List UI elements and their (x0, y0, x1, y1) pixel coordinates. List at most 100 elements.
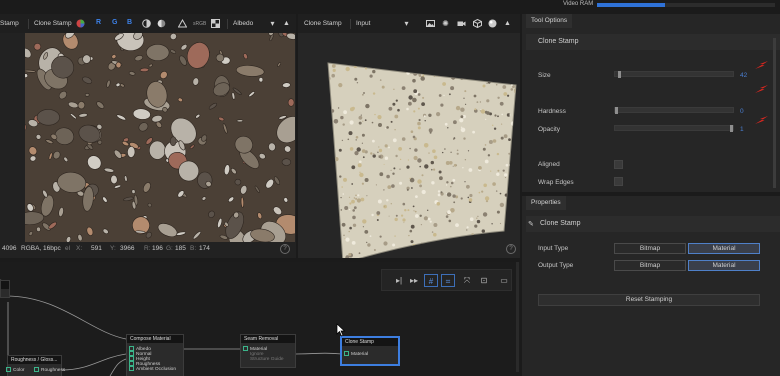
gravel-speck (505, 255, 507, 258)
srgb-toggle[interactable]: sRGB (193, 21, 206, 27)
gravel-speck (406, 165, 410, 169)
fit-icon[interactable]: ⤧ (460, 274, 474, 287)
gravel-speck (410, 240, 414, 244)
tab-properties[interactable]: Properties (526, 196, 566, 210)
step-icon[interactable]: ▸▸ (407, 274, 421, 287)
color-wheel-icon[interactable] (76, 19, 85, 28)
grid-icon[interactable]: # (424, 274, 438, 287)
input-type-material-button[interactable]: Material (688, 243, 760, 254)
collapse-icon[interactable]: ▲ (503, 19, 512, 28)
gravel-speck (460, 107, 465, 112)
sphere-icon[interactable] (488, 19, 497, 28)
gravel-speck (460, 76, 464, 80)
material-port[interactable]: Material (344, 351, 368, 357)
gravel-speck (446, 181, 449, 184)
texture-canvas[interactable] (25, 33, 295, 242)
pixel-info-bar: 4096 RGBA, 16bpc el X: 591 Y: 3966 R: 19… (0, 242, 296, 256)
gravel-speck (326, 255, 327, 256)
panel-icon[interactable]: ▭ (497, 274, 511, 287)
gravel-speck (466, 184, 470, 189)
viewport-3d[interactable] (298, 33, 520, 264)
channel-b-toggle[interactable]: B (127, 19, 132, 26)
gravel-stone (82, 76, 93, 84)
input-type-bitmap-button[interactable]: Bitmap (614, 243, 686, 254)
gravel-speck (376, 219, 379, 221)
aligned-label: Aligned (538, 161, 560, 168)
gravel-speck (410, 130, 414, 133)
gravel-stone (25, 73, 29, 78)
camera-icon[interactable] (457, 19, 466, 28)
gravel-speck (418, 118, 421, 122)
opacity-slider[interactable] (614, 125, 734, 132)
roughness-port[interactable]: Roughness (34, 367, 65, 373)
reset-stamping-button[interactable]: Reset Stamping (538, 294, 760, 306)
slider-handle[interactable] (618, 71, 622, 78)
size-slider[interactable] (614, 71, 734, 78)
view-3d-panel: Clone Stamp Input ▾ ✺ ▲ ? (298, 14, 520, 264)
gravel-speck (413, 89, 418, 94)
roughness-gloss-node[interactable]: Roughness / Gloss... Color Roughness (6, 355, 65, 376)
output-type-material-button[interactable]: Material (688, 260, 760, 271)
checker-icon[interactable] (211, 19, 220, 28)
seam-removal-node[interactable]: Seam Removal Material Ignore Structure G… (240, 334, 296, 368)
grid-snap-icon[interactable]: ⌗ (441, 274, 455, 287)
graph-node[interactable] (0, 280, 10, 298)
gravel-speck (417, 107, 420, 110)
view-mode-select[interactable]: Input (356, 20, 370, 27)
structure-guide-port[interactable]: Structure Guide (243, 356, 284, 362)
gravel-speck (513, 237, 516, 242)
play-icon[interactable]: ▸| (392, 274, 406, 287)
channel-select[interactable]: Albedo (233, 20, 253, 27)
collapse-icon[interactable]: ▲ (282, 19, 291, 28)
hardness-value[interactable]: 0 (740, 108, 744, 115)
cube-icon[interactable] (473, 18, 482, 29)
output-type-bitmap-button[interactable]: Bitmap (614, 260, 686, 271)
gravel-speck (329, 214, 331, 216)
format-value: RGBA, 16bpc (21, 245, 61, 252)
ambient-occlusion-port[interactable]: Ambient Occlusion (129, 366, 176, 372)
gravel-stone (115, 82, 121, 87)
textured-plane[interactable] (298, 33, 520, 264)
slider-handle[interactable] (730, 125, 733, 132)
frame-icon[interactable]: ⊡ (477, 274, 491, 287)
channel-g-toggle[interactable]: G (112, 19, 117, 26)
opacity-value[interactable]: 1 (740, 126, 744, 133)
size-value[interactable]: 42 (740, 72, 747, 79)
albedo-texture[interactable] (25, 33, 295, 242)
hardness-slider[interactable] (614, 107, 734, 114)
gravel-speck (345, 66, 350, 72)
gravel-speck (342, 193, 345, 195)
dropdown-icon[interactable]: ▾ (268, 19, 277, 28)
half-circle-icon[interactable] (142, 19, 151, 28)
tool-options-scrollbar[interactable] (773, 38, 776, 188)
gravel-speck (346, 63, 350, 64)
channel-r-toggle[interactable]: R (96, 19, 101, 26)
gravel-speck (338, 83, 343, 88)
clone-stamp-node[interactable]: Clone Stamp Material (340, 336, 400, 366)
gravel-speck (348, 131, 353, 136)
gravel-stone (132, 108, 151, 120)
aligned-checkbox[interactable] (614, 160, 623, 169)
gravel-speck (328, 227, 330, 231)
light-icon[interactable]: ✺ (441, 19, 450, 28)
image-icon[interactable] (426, 19, 435, 28)
help-button[interactable]: ? (280, 244, 290, 254)
triangle-icon[interactable] (177, 18, 188, 28)
help-button[interactable]: ? (506, 244, 516, 254)
gravel-speck (485, 118, 487, 120)
graph-scrollbar[interactable] (516, 262, 519, 372)
gravel-speck (408, 95, 413, 100)
gravel-stone (25, 211, 45, 226)
half-circle-icon[interactable] (157, 19, 166, 28)
slider-handle[interactable] (615, 107, 618, 114)
gravel-speck (348, 230, 350, 233)
gravel-speck (484, 144, 487, 146)
color-port[interactable]: Color (6, 367, 24, 373)
gravel-speck (356, 198, 361, 203)
wrap-edges-checkbox[interactable] (614, 177, 623, 186)
gravel-speck (498, 76, 500, 78)
compose-material-node[interactable]: Compose Material Albedo Normal Height Ro… (126, 334, 184, 376)
dropdown-icon[interactable]: ▾ (402, 19, 411, 28)
tab-tool-options[interactable]: Tool Options (526, 14, 573, 28)
gravel-speck (443, 94, 445, 97)
